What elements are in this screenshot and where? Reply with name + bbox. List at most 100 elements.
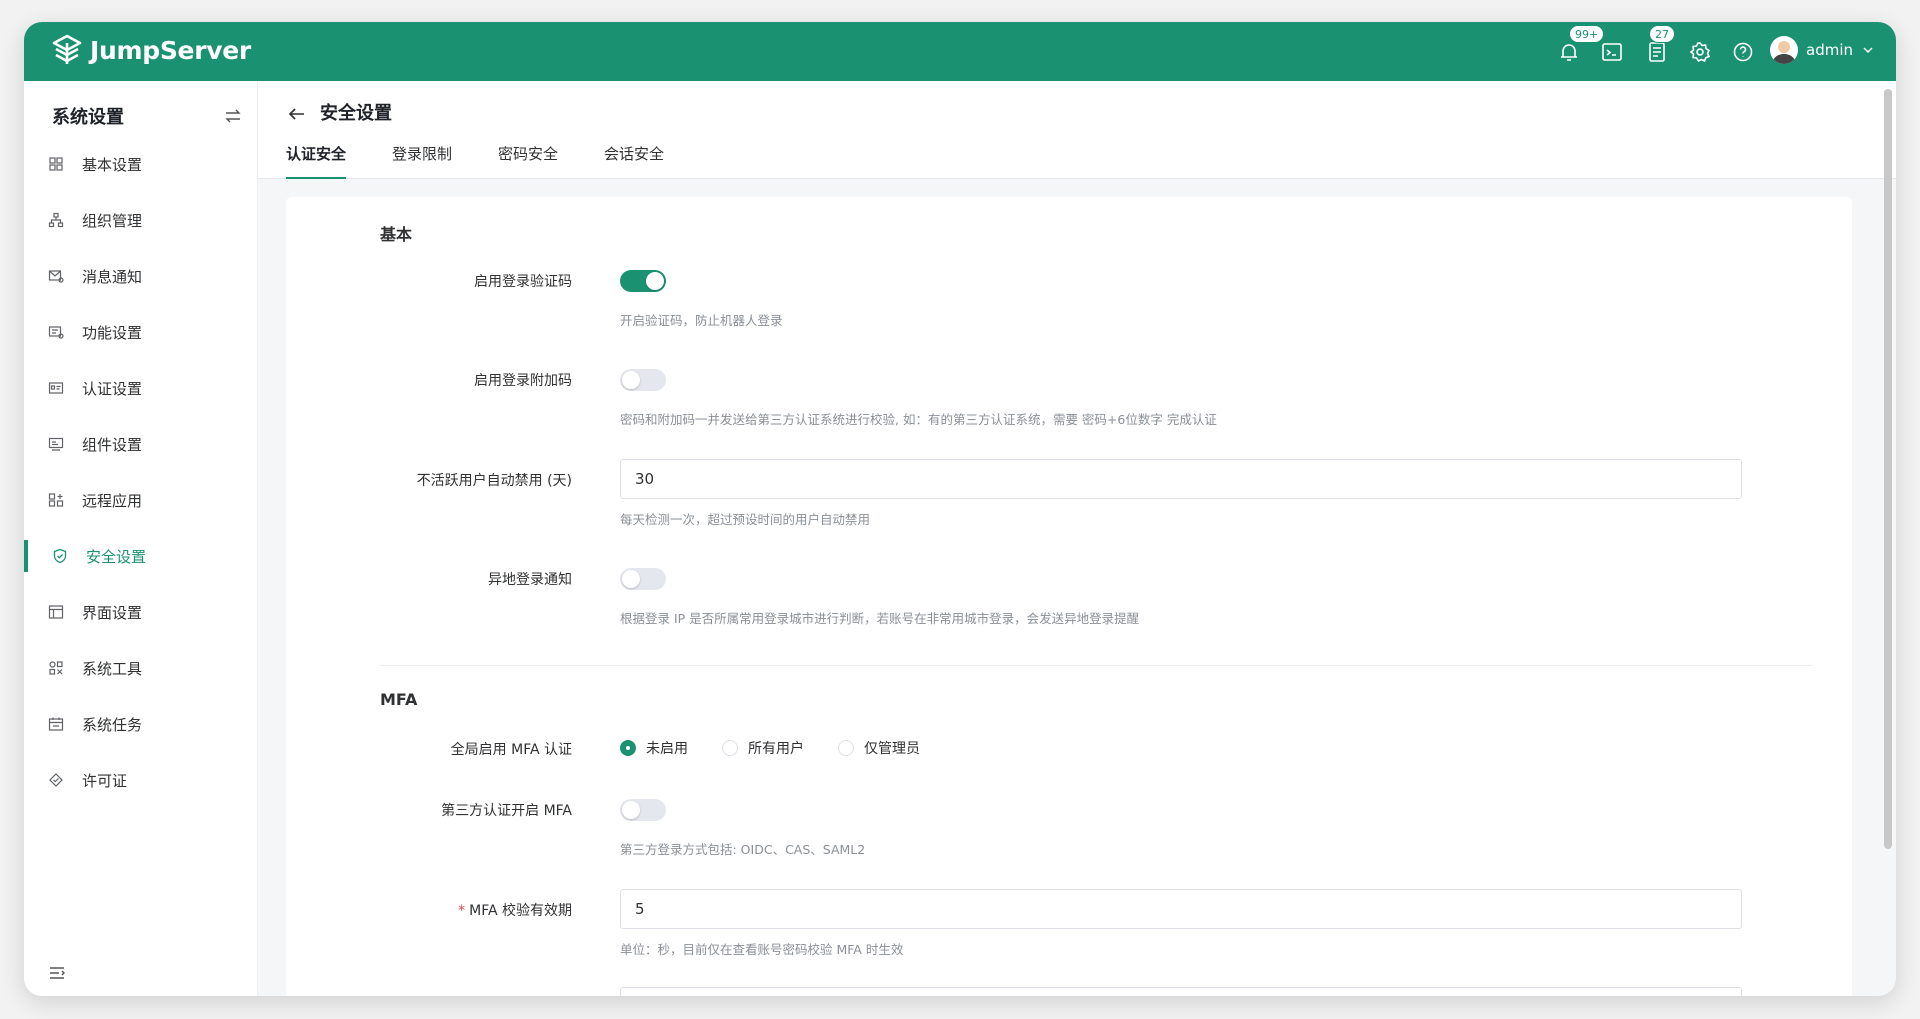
addcode-label: 启用登录附加码	[474, 373, 572, 389]
sidebar-item-label: 系统工具	[82, 659, 143, 678]
addcode-hint: 密码和附加码一并发送给第三方认证系统进行校验, 如：有的第三方认证系统，需要 密…	[620, 412, 1217, 427]
sidebar-item-label: 基本设置	[82, 155, 143, 174]
settings-button[interactable]	[1688, 40, 1712, 64]
sidebar-item-feature[interactable]: 功能设置	[24, 310, 257, 354]
inactive-days-input[interactable]: 30	[620, 459, 1742, 499]
avatar	[1770, 36, 1798, 64]
scrollbar[interactable]	[1884, 89, 1892, 849]
sidebar-item-tools[interactable]: 系统工具	[24, 646, 257, 690]
sidebar-item-org[interactable]: 组织管理	[24, 198, 257, 242]
component-icon	[48, 437, 64, 451]
sidebar-item-license[interactable]: 许可证	[24, 758, 257, 802]
radio-label: 仅管理员	[864, 741, 920, 757]
radio-dot	[722, 740, 738, 756]
radio-dot	[620, 740, 636, 756]
switch-icon[interactable]	[224, 107, 242, 125]
notification-button[interactable]: 99+	[1557, 25, 1605, 64]
layout-icon	[48, 605, 64, 619]
org-tree-icon	[48, 212, 64, 228]
top-bar: JumpServer 99+ 27 admin	[24, 22, 1896, 81]
mfa-ttl-input[interactable]: 5	[620, 889, 1742, 929]
tickets-badge: 27	[1649, 25, 1675, 43]
global-mfa-radio-all-users[interactable]: 所有用户	[722, 738, 804, 758]
global-mfa-label: 全局启用 MFA 认证	[450, 742, 572, 758]
sidebar-item-security[interactable]: 安全设置	[24, 534, 257, 578]
sidebar-item-basic[interactable]: 基本设置	[24, 142, 257, 186]
tools-icon	[49, 661, 63, 675]
feature-icon	[48, 326, 64, 339]
page-header: 安全设置 认证安全 登录限制 密码安全 会话安全	[258, 81, 1896, 179]
section-title-basic: 基本	[380, 225, 413, 244]
main-content: 安全设置 认证安全 登录限制 密码安全 会话安全 基本 启用登录验证码 开启验证…	[258, 81, 1896, 996]
web-terminal-button[interactable]	[1600, 40, 1624, 64]
sidebar-item-auth[interactable]: 认证设置	[24, 366, 257, 410]
inactive-days-label: 不活跃用户自动禁用 (天)	[416, 473, 572, 489]
addcode-toggle[interactable]	[620, 369, 666, 391]
settings-card: 基本 启用登录验证码 开启验证码，防止机器人登录 启用登录附加码 密码和附加码一…	[286, 197, 1852, 996]
captcha-label: 启用登录验证码	[474, 274, 572, 290]
terminal-icon	[1602, 43, 1622, 61]
remote-login-toggle[interactable]	[620, 568, 666, 590]
global-mfa-radio-disabled[interactable]: 未启用	[620, 738, 688, 758]
back-arrow-icon[interactable]	[286, 103, 308, 125]
sidebar-item-label: 组织管理	[82, 211, 143, 230]
radio-label: 未启用	[646, 741, 688, 757]
user-menu[interactable]: admin	[1770, 36, 1875, 64]
tab-password-security[interactable]: 密码安全	[498, 139, 558, 179]
shield-icon	[53, 548, 67, 564]
mfa-ttl-label: * MFA 校验有效期	[458, 900, 572, 920]
radio-dot	[838, 740, 854, 756]
gear-icon	[1689, 42, 1711, 63]
sidebar-item-message[interactable]: 消息通知	[24, 254, 257, 298]
bell-icon	[1561, 44, 1577, 61]
sidebar-item-label: 系统任务	[82, 715, 143, 734]
sidebar-item-label: 远程应用	[82, 491, 143, 510]
collapse-menu-icon[interactable]	[48, 964, 66, 982]
captcha-toggle[interactable]	[620, 270, 666, 292]
inactive-days-hint: 每天检测一次，超过预设时间的用户自动禁用	[620, 512, 871, 527]
mfa-ttl-label-text: MFA 校验有效期	[469, 903, 572, 919]
section-title-mfa: MFA	[380, 690, 418, 709]
sidebar-item-tasks[interactable]: 系统任务	[24, 702, 257, 746]
sidebar-item-label: 界面设置	[82, 603, 143, 622]
sidebar-item-label: 认证设置	[82, 379, 143, 398]
sidebar-item-label: 消息通知	[82, 267, 143, 286]
sidebar-item-label: 功能设置	[82, 323, 143, 342]
sidebar-item-component[interactable]: 组件设置	[24, 422, 257, 466]
third-party-mfa-label: 第三方认证开启 MFA	[441, 803, 572, 819]
sidebar-item-label: 组件设置	[82, 435, 143, 454]
remote-app-icon	[48, 493, 64, 507]
sidebar-item-interface[interactable]: 界面设置	[24, 590, 257, 634]
next-field-input[interactable]	[620, 987, 1742, 996]
sidebar: 系统设置 基本设置 组织管理 消息通知 功能设置 认证设置 组件设置 远程应用 …	[24, 81, 258, 996]
global-mfa-radio-group: 未启用 所有用户 仅管理员	[620, 738, 920, 758]
id-card-icon	[48, 382, 64, 394]
app-window: JumpServer 99+ 27 admin 系统设置 基本设置 组织管理 消…	[24, 22, 1896, 996]
tab-session-security[interactable]: 会话安全	[604, 139, 664, 179]
sidebar-item-remote-app[interactable]: 远程应用	[24, 478, 257, 522]
third-party-mfa-toggle[interactable]	[620, 799, 666, 821]
tabs: 认证安全 登录限制 密码安全 会话安全	[286, 139, 664, 179]
sidebar-item-label: 许可证	[82, 771, 128, 790]
tickets-button[interactable]: 27	[1645, 25, 1675, 64]
remote-login-hint: 根据登录 IP 是否所属常用登录城市进行判断，若账号在非常用城市登录，会发送异地…	[620, 611, 1140, 626]
logo[interactable]: JumpServer	[52, 34, 251, 66]
tab-login-limit[interactable]: 登录限制	[392, 139, 452, 179]
logo-text: JumpServer	[90, 35, 251, 65]
global-mfa-radio-admin-only[interactable]: 仅管理员	[838, 738, 920, 758]
sidebar-item-label: 安全设置	[86, 547, 147, 566]
third-party-mfa-hint: 第三方登录方式包括: OIDC、CAS、SAML2	[620, 842, 866, 857]
page-title: 安全设置	[320, 103, 392, 124]
captcha-hint: 开启验证码，防止机器人登录	[620, 313, 783, 328]
remote-login-label: 异地登录通知	[488, 572, 572, 588]
required-mark: *	[458, 903, 466, 919]
help-button[interactable]	[1731, 40, 1755, 64]
calendar-icon	[48, 717, 64, 731]
radio-label: 所有用户	[748, 741, 804, 757]
jumpserver-logo-icon	[52, 34, 82, 64]
tab-auth-security[interactable]: 认证安全	[286, 139, 347, 179]
username: admin	[1806, 41, 1853, 59]
license-icon	[49, 773, 63, 787]
ticket-list-icon	[1649, 42, 1665, 62]
help-icon	[1733, 42, 1753, 62]
